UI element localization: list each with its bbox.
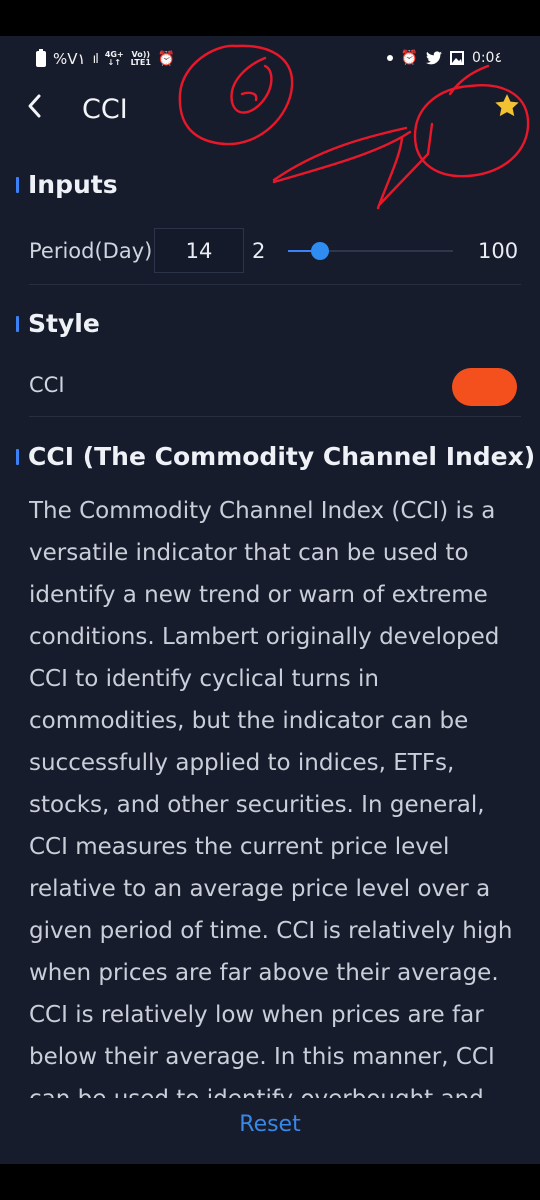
battery-icon — [36, 49, 46, 67]
section-marker — [16, 448, 19, 465]
description-text: The Commodity Channel Index (CCI) is a v… — [29, 498, 513, 1098]
page-title: CCI — [82, 94, 128, 125]
clock: 0:0٤ — [471, 50, 502, 66]
network-indicator: 4G+ ↓↑ — [105, 51, 124, 67]
inputs-heading: Inputs — [28, 170, 118, 199]
back-arrow-icon[interactable] — [22, 92, 50, 120]
description-heading: CCI (The Commodity Channel Index) — [28, 442, 536, 471]
section-marker — [16, 176, 19, 193]
style-section-header: Style — [16, 309, 100, 338]
slider-min-label: 2 — [252, 239, 266, 263]
alarm-icon: ⏰ — [400, 50, 418, 66]
period-label: Period(Day) — [29, 239, 153, 263]
top-system-area — [0, 0, 540, 36]
description-section-header: CCI (The Commodity Channel Index) — [16, 442, 535, 471]
network-arrows: ↓↑ — [107, 58, 121, 67]
status-bar: %V١ ıl 4G+ ↓↑ Vo)) LTE1 ⏰ ⏰ 0:0٤ — [0, 36, 540, 82]
signal-icon: ıl — [92, 51, 99, 67]
dot-icon — [386, 55, 393, 61]
reset-button[interactable]: Reset — [0, 1112, 540, 1137]
status-bar-right: ⏰ 0:0٤ — [386, 50, 502, 66]
style-heading: Style — [28, 309, 100, 338]
star-icon[interactable] — [493, 92, 521, 120]
lte-label: LTE1 — [130, 58, 151, 67]
app-header: CCI — [0, 82, 540, 138]
indicator-settings-screen: %V١ ıl 4G+ ↓↑ Vo)) LTE1 ⏰ ⏰ 0:0٤ CCI Inp… — [0, 36, 540, 1164]
cci-style-label: CCI — [29, 373, 65, 397]
status-bar-left: %V١ ıl 4G+ ↓↑ Vo)) LTE1 ⏰ — [36, 49, 176, 68]
volte-indicator: Vo)) LTE1 — [131, 51, 151, 67]
divider — [29, 284, 521, 285]
inputs-section-header: Inputs — [16, 170, 118, 199]
gallery-icon — [449, 51, 464, 65]
slider-max-label: 100 — [478, 239, 519, 263]
battery-percent: %V١ — [53, 50, 86, 68]
period-input[interactable]: 14 — [154, 228, 244, 273]
section-marker — [16, 315, 19, 332]
cci-color-swatch[interactable] — [452, 368, 517, 406]
cci-style-row: CCI — [29, 373, 517, 397]
alarm-icon: ⏰ — [157, 51, 176, 67]
bottom-system-area — [0, 1164, 540, 1200]
divider — [29, 416, 521, 417]
twitter-icon — [425, 51, 442, 65]
